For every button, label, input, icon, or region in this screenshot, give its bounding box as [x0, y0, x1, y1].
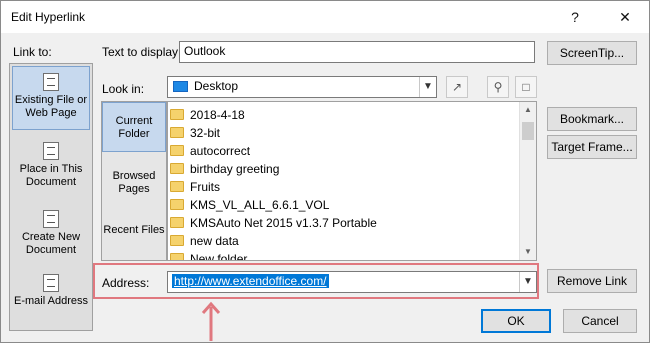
tab-recent-files[interactable]: Recent Files — [102, 212, 166, 262]
list-item[interactable]: new data — [170, 232, 239, 250]
file-list[interactable]: 2018-4-18 32-bit autocorrect birthday gr… — [167, 101, 537, 261]
new-document-icon — [43, 210, 59, 228]
file-name: autocorrect — [190, 144, 251, 158]
up-folder-icon[interactable]: ↗ — [446, 76, 468, 98]
cancel-button[interactable]: Cancel — [563, 309, 637, 333]
file-name: KMS_VL_ALL_6.6.1_VOL — [190, 198, 330, 212]
link-to-email[interactable]: E-mail Address — [12, 268, 90, 332]
text-to-display-input[interactable]: Outlook — [179, 41, 535, 63]
email-icon — [43, 274, 59, 292]
bookmark-button[interactable]: Bookmark... — [547, 107, 637, 131]
link-to-place-label: Place in This Document — [19, 163, 83, 188]
link-to-pane: Existing File or Web Page Place in This … — [9, 63, 93, 331]
scroll-up-icon[interactable]: ▲ — [520, 102, 536, 118]
window-title: Edit Hyperlink — [11, 10, 86, 24]
file-name: 32-bit — [190, 126, 221, 140]
list-item[interactable]: KMS_VL_ALL_6.6.1_VOL — [170, 196, 329, 214]
desktop-icon — [173, 81, 188, 92]
address-label: Address: — [102, 276, 150, 290]
look-in-value: Desktop — [194, 79, 239, 93]
help-button[interactable]: ? — [561, 5, 589, 29]
browse-file-icon[interactable]: □ — [515, 76, 537, 98]
list-item[interactable]: 2018-4-18 — [170, 106, 245, 124]
folder-icon — [170, 235, 184, 246]
address-input[interactable]: http://www.extendoffice.com/ ▼ — [167, 271, 537, 293]
file-name: New folder — [190, 252, 248, 261]
link-to-label: Link to: — [13, 45, 52, 59]
list-item[interactable]: Fruits — [170, 178, 220, 196]
file-name: Fruits — [190, 180, 220, 194]
folder-icon — [170, 217, 184, 228]
folder-icon — [170, 163, 184, 174]
file-name: KMSAuto Net 2015 v1.3.7 Portable — [190, 216, 377, 230]
list-item[interactable]: New folder — [170, 250, 248, 261]
edit-hyperlink-dialog: Edit Hyperlink ? ✕ Link to: Existing Fil… — [0, 0, 650, 343]
list-item[interactable]: 32-bit — [170, 124, 220, 142]
document-place-icon — [43, 142, 59, 160]
vertical-scrollbar[interactable]: ▲ ▼ — [519, 102, 536, 260]
link-to-place-in-document[interactable]: Place in This Document — [12, 136, 90, 200]
scroll-thumb[interactable] — [522, 122, 534, 140]
scroll-down-icon[interactable]: ▼ — [520, 244, 536, 260]
look-in-select[interactable]: Desktop ▼ — [167, 76, 437, 98]
tab-current-folder[interactable]: Current Folder — [102, 102, 166, 152]
remove-link-button[interactable]: Remove Link — [547, 269, 637, 293]
file-name: new data — [190, 234, 239, 248]
screentip-button[interactable]: ScreenTip... — [547, 41, 637, 65]
address-value: http://www.extendoffice.com/ — [172, 274, 329, 288]
chevron-down-icon[interactable]: ▼ — [419, 77, 436, 97]
file-name: 2018-4-18 — [190, 108, 245, 122]
annotation-arrow-icon — [201, 301, 221, 341]
list-item[interactable]: KMSAuto Net 2015 v1.3.7 Portable — [170, 214, 377, 232]
list-item[interactable]: autocorrect — [170, 142, 250, 160]
link-to-existing-file[interactable]: Existing File or Web Page — [12, 66, 90, 130]
folder-icon — [170, 109, 184, 120]
link-to-email-label: E-mail Address — [14, 295, 88, 307]
look-in-label: Look in: — [102, 82, 145, 96]
file-name: birthday greeting — [190, 162, 280, 176]
folder-icon — [170, 127, 184, 138]
text-to-display-label: Text to display: — [102, 45, 182, 59]
folder-icon — [170, 181, 184, 192]
web-page-icon — [43, 73, 59, 91]
folder-icon — [170, 199, 184, 210]
title-bar: Edit Hyperlink ? ✕ — [1, 1, 649, 33]
tab-browsed-pages[interactable]: Browsed Pages — [102, 158, 166, 208]
link-to-existing-file-label: Existing File or Web Page — [14, 94, 88, 119]
list-item[interactable]: birthday greeting — [170, 160, 279, 178]
close-button[interactable]: ✕ — [611, 5, 639, 29]
ok-button[interactable]: OK — [481, 309, 551, 333]
chevron-down-icon[interactable]: ▼ — [519, 272, 536, 292]
link-to-new-document[interactable]: Create New Document — [12, 204, 90, 268]
target-frame-button[interactable]: Target Frame... — [547, 135, 637, 159]
folder-icon — [170, 145, 184, 156]
browse-tabs: Current Folder Browsed Pages Recent File… — [101, 101, 167, 261]
folder-icon — [170, 253, 184, 260]
browse-web-icon[interactable]: ⚲ — [487, 76, 509, 98]
link-to-new-document-label: Create New Document — [21, 231, 81, 256]
